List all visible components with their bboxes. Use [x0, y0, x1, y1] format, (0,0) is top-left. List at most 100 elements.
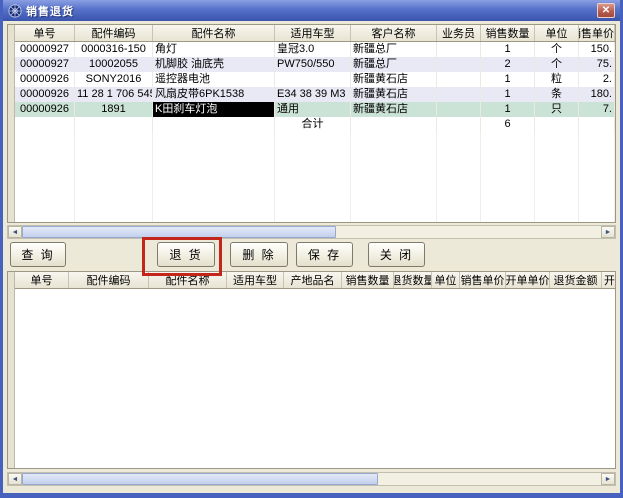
table1-hscrollbar[interactable]: ◄ ► — [7, 225, 616, 239]
cell — [75, 117, 153, 132]
cell — [153, 117, 275, 132]
cell[interactable] — [437, 42, 481, 57]
cell[interactable]: 10002055 — [75, 57, 153, 72]
column-header-salesman[interactable]: 业务员 — [437, 25, 481, 41]
scrollbar-thumb[interactable] — [22, 473, 378, 485]
total-quantity: 6 — [481, 117, 535, 132]
scrollbar-track[interactable] — [378, 473, 601, 485]
cell[interactable]: 新疆黄石店 — [351, 72, 437, 87]
column-header-order-no[interactable]: 单号 — [15, 25, 75, 41]
filler-cell — [275, 132, 351, 222]
cell[interactable]: 个 — [535, 42, 579, 57]
total-row: 合计 6 — [15, 117, 615, 132]
sales-table: 单号 配件编码 配件名称 适用车型 客户名称 业务员 销售数量 单位 销售单价 … — [7, 24, 616, 223]
cell[interactable]: 机脚胶 油底壳 — [153, 57, 275, 72]
cell[interactable]: 180. — [579, 87, 615, 102]
cell[interactable]: 风扇皮带6PK1538 — [153, 87, 275, 102]
cell[interactable]: 1 — [481, 87, 535, 102]
cell[interactable]: 条 — [535, 87, 579, 102]
cell[interactable]: 新疆黄石店 — [351, 102, 437, 117]
scroll-left-button[interactable]: ◄ — [8, 226, 22, 238]
cell[interactable]: 新疆黄石店 — [351, 87, 437, 102]
scroll-left-icon: ◄ — [12, 229, 19, 236]
cell[interactable]: 个 — [535, 57, 579, 72]
cell[interactable]: 00000926 — [15, 72, 75, 87]
selected-cell[interactable]: K田刹车灯泡 — [153, 102, 275, 117]
cell[interactable]: 通用 — [275, 102, 351, 117]
column-header-invoice-price[interactable]: 开单单价 — [506, 272, 550, 288]
cell[interactable]: 00000927 — [15, 42, 75, 57]
table-row-selected[interactable]: 00000926 1891 K田刹车灯泡 通用 新疆黄石店 1 只 7. — [15, 102, 615, 117]
query-button[interactable]: 查 询 — [10, 242, 66, 267]
save-button[interactable]: 保 存 — [296, 242, 353, 267]
column-header-return-qty[interactable]: 退货数量 — [394, 272, 432, 288]
delete-button[interactable]: 删 除 — [230, 242, 288, 267]
column-header-unit[interactable]: 单位 — [535, 25, 579, 41]
cell[interactable] — [437, 102, 481, 117]
column-header-return-amount[interactable]: 退货金额 — [550, 272, 602, 288]
return-table-header: 单号 配件编码 配件名称 适用车型 产地品名 销售数量 退货数量 单位 销售单价… — [15, 272, 615, 289]
table-row[interactable]: 00000926 SONY2016 遥控器电池 新疆黄石店 1 粒 2. — [15, 72, 615, 87]
filler-cell — [481, 132, 535, 222]
column-header-sales-price[interactable]: 销售单价 — [460, 272, 506, 288]
cell[interactable]: 皇冠3.0 — [275, 42, 351, 57]
cell[interactable]: 150. — [579, 42, 615, 57]
cell[interactable]: 00000927 — [15, 57, 75, 72]
column-header-sales-price[interactable]: 销售单价 — [579, 25, 615, 41]
column-header-unit[interactable]: 单位 — [432, 272, 460, 288]
cell[interactable]: E34 38 39 M3 — [275, 87, 351, 102]
table2-hscrollbar[interactable]: ◄ ► — [7, 472, 616, 486]
scrollbar-thumb[interactable] — [22, 226, 336, 238]
scroll-left-button[interactable]: ◄ — [8, 473, 22, 485]
cell[interactable]: 新疆总厂 — [351, 57, 437, 72]
cell[interactable]: 0000316-150 — [75, 42, 153, 57]
column-header-part-code[interactable]: 配件编码 — [69, 272, 149, 288]
cell[interactable]: 75. — [579, 57, 615, 72]
cell[interactable]: 2. — [579, 72, 615, 87]
column-header-sales-qty[interactable]: 销售数量 — [342, 272, 394, 288]
cell[interactable]: 只 — [535, 102, 579, 117]
table-row[interactable]: 00000926 11 28 1 706 545 风扇皮带6PK1538 E34… — [15, 87, 615, 102]
cell[interactable]: 7. — [579, 102, 615, 117]
close-button[interactable]: ✕ — [597, 3, 615, 18]
column-header-part-name[interactable]: 配件名称 — [149, 272, 227, 288]
cell[interactable]: 粒 — [535, 72, 579, 87]
cell[interactable]: 1 — [481, 72, 535, 87]
cell[interactable] — [437, 72, 481, 87]
column-header-sales-qty[interactable]: 销售数量 — [481, 25, 535, 41]
close-window-button[interactable]: 关 闭 — [368, 242, 425, 267]
cell[interactable]: SONY2016 — [75, 72, 153, 87]
filler-cell — [153, 132, 275, 222]
cell[interactable]: 遥控器电池 — [153, 72, 275, 87]
column-header-vehicle-model[interactable]: 适用车型 — [227, 272, 284, 288]
cell[interactable]: 2 — [481, 57, 535, 72]
cell[interactable]: 1 — [481, 102, 535, 117]
table-row[interactable]: 00000927 10002055 机脚胶 油底壳 PW750/550 新疆总厂… — [15, 57, 615, 72]
cell[interactable]: 新疆总厂 — [351, 42, 437, 57]
cell[interactable] — [437, 87, 481, 102]
column-header-origin-product[interactable]: 产地品名 — [284, 272, 342, 288]
table-row[interactable]: 00000927 0000316-150 角灯 皇冠3.0 新疆总厂 1 个 1… — [15, 42, 615, 57]
column-header-part-name[interactable]: 配件名称 — [153, 25, 275, 41]
column-header-customer-name[interactable]: 客户名称 — [351, 25, 437, 41]
filler-cell — [75, 132, 153, 222]
filler-cell — [351, 132, 437, 222]
cell[interactable] — [437, 57, 481, 72]
cell[interactable]: 1 — [481, 42, 535, 57]
column-header-part-code[interactable]: 配件编码 — [75, 25, 153, 41]
scroll-right-button[interactable]: ► — [601, 473, 615, 485]
scrollbar-track[interactable] — [336, 226, 601, 238]
scroll-left-icon: ◄ — [12, 476, 19, 483]
column-header-vehicle-model[interactable]: 适用车型 — [275, 25, 351, 41]
return-button[interactable]: 退 货 — [157, 242, 215, 267]
cell[interactable] — [275, 72, 351, 87]
scroll-right-button[interactable]: ► — [601, 226, 615, 238]
column-header-order-no[interactable]: 单号 — [15, 272, 69, 288]
cell[interactable]: 00000926 — [15, 87, 75, 102]
cell[interactable]: 角灯 — [153, 42, 275, 57]
cell[interactable]: 1891 — [75, 102, 153, 117]
cell[interactable]: 00000926 — [15, 102, 75, 117]
cell[interactable]: PW750/550 — [275, 57, 351, 72]
cell[interactable]: 11 28 1 706 545 — [75, 87, 153, 102]
column-header-clipped[interactable]: 开 — [602, 272, 615, 288]
